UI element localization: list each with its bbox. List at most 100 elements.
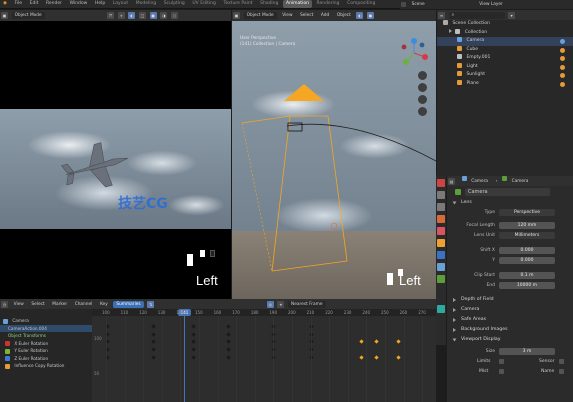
timeline-menu-key[interactable]: Key: [100, 301, 108, 308]
filter-icon[interactable]: ▾: [508, 12, 516, 19]
material-shading-icon[interactable]: ◑: [160, 12, 168, 19]
render-shading-icon[interactable]: ○: [170, 12, 178, 19]
outliner-row-empty[interactable]: Empty.001: [437, 54, 573, 63]
keyframe-marker[interactable]: [226, 347, 231, 352]
menu-file[interactable]: File: [12, 0, 26, 8]
size-field[interactable]: 3 m: [499, 348, 555, 355]
shift-y-field[interactable]: 0.000: [499, 257, 555, 264]
visibility-eye-icon[interactable]: [560, 64, 565, 70]
blender-logo-icon[interactable]: ◉: [0, 0, 10, 8]
keyframe-marker-selected[interactable]: [359, 355, 364, 360]
camera-data-tab-icon[interactable]: [437, 275, 445, 283]
outliner-scene-collection[interactable]: Scene Collection: [437, 20, 573, 29]
focal-length-field[interactable]: 120 mm: [499, 222, 555, 229]
constraints-tab-icon[interactable]: [437, 263, 445, 271]
menu-select[interactable]: Select: [300, 12, 313, 19]
keyframe-marker[interactable]: [151, 324, 156, 329]
timeline-menu-marker[interactable]: Marker: [52, 301, 67, 308]
keyframe-marker[interactable]: [191, 324, 196, 329]
menu-window[interactable]: Window: [67, 0, 91, 8]
visibility-eye-icon[interactable]: [560, 39, 565, 44]
tool-tab-icon[interactable]: [437, 179, 445, 187]
object-tab-icon[interactable]: [437, 239, 445, 247]
3d-viewport[interactable]: User Perspective (141) Collection | Came…: [232, 21, 436, 299]
keyframe-marker[interactable]: [151, 355, 156, 360]
shift-x-field[interactable]: 0.000: [499, 247, 555, 254]
keyframe-marker[interactable]: [191, 347, 196, 352]
type-dropdown[interactable]: Perspective: [499, 209, 555, 216]
keyframe-marker[interactable]: [191, 355, 196, 360]
nearest-frame-dropdown[interactable]: Nearest Frame: [288, 301, 326, 308]
tab-shading[interactable]: Shading: [257, 0, 281, 8]
mist-checkbox[interactable]: [499, 369, 504, 374]
clip-start-field[interactable]: 0.1 m: [499, 272, 555, 279]
visibility-eye-icon[interactable]: [560, 81, 565, 87]
channel-row-y-euler[interactable]: Y Euler Rotation: [0, 347, 92, 355]
dopesheet-graph-area[interactable]: 100 50 141 100 110 120 130 140 150 160 170 180 19…: [92, 309, 436, 402]
playhead-line[interactable]: [184, 309, 185, 402]
visibility-eye-icon[interactable]: [560, 56, 565, 61]
editor-type-icon-2[interactable]: ▣: [233, 12, 240, 19]
menu-render[interactable]: Render: [43, 0, 65, 8]
lens-unit-dropdown[interactable]: Millimeters: [499, 232, 555, 239]
visibility-eye-icon[interactable]: [560, 73, 565, 78]
outliner-row-cube[interactable]: Cube: [437, 45, 573, 55]
keyframe-marker[interactable]: [151, 332, 156, 337]
outliner-row-plane[interactable]: Plane: [437, 79, 573, 89]
channel-row-influence[interactable]: Influence Copy Rotation: [0, 362, 92, 370]
zoom-icon[interactable]: [418, 71, 427, 80]
keyframe-marker[interactable]: [226, 355, 231, 360]
keyframe-marker[interactable]: [191, 339, 196, 344]
outliner-row-camera[interactable]: Camera: [437, 37, 573, 46]
object-mode-dropdown[interactable]: Object Mode: [11, 12, 45, 19]
navigation-gizmo[interactable]: [398, 37, 430, 69]
datablock-field[interactable]: Camera: [465, 188, 550, 196]
object-mode-dropdown-2[interactable]: Object Mode: [243, 12, 277, 19]
outliner-editor-icon[interactable]: ≡: [438, 12, 445, 19]
tab-rendering[interactable]: Rendering: [314, 0, 343, 8]
channel-row-object-transforms[interactable]: Object Transforms: [0, 332, 92, 340]
keyframe-marker[interactable]: [226, 332, 231, 337]
lens-section-header[interactable]: Lens: [447, 198, 573, 208]
channel-row-x-euler[interactable]: X Euler Rotation: [0, 340, 92, 348]
keyframe-marker[interactable]: [151, 347, 156, 352]
pan-hand-icon[interactable]: [418, 83, 427, 92]
keyframe-marker-selected[interactable]: [396, 339, 401, 344]
viewport-shading-icon[interactable]: ●: [367, 12, 375, 19]
sensor-checkbox[interactable]: [559, 359, 564, 364]
timeline-menu-channel[interactable]: Channel: [75, 301, 93, 308]
name-checkbox[interactable]: [559, 369, 564, 374]
keyframe-marker[interactable]: [191, 332, 196, 337]
outliner-row-light[interactable]: Light: [437, 62, 573, 72]
keyframe-marker[interactable]: [226, 339, 231, 344]
dof-section-header[interactable]: Depth of Field: [447, 295, 573, 305]
timeline-menu-view[interactable]: View: [14, 301, 24, 308]
scene-tab-icon[interactable]: [437, 215, 445, 223]
expand-icon[interactable]: [449, 28, 452, 33]
tab-layout[interactable]: Layout: [110, 0, 131, 8]
outliner-search-input[interactable]: ⌕: [448, 12, 505, 19]
background-images-section-header[interactable]: Background Images: [447, 325, 573, 335]
extra-tab-icon[interactable]: [437, 305, 445, 313]
view-layer-name[interactable]: View Layer: [479, 1, 503, 8]
outliner-row-sunlight[interactable]: Sunlight: [437, 71, 573, 80]
menu-object[interactable]: Object: [337, 12, 351, 19]
limits-checkbox[interactable]: [499, 359, 504, 364]
tab-modeling[interactable]: Modeling: [133, 0, 159, 8]
xray-icon[interactable]: □: [139, 12, 147, 19]
tab-texture-paint[interactable]: Texture Paint: [220, 0, 255, 8]
normalize-icon[interactable]: ⇅: [147, 301, 155, 308]
tab-compositing[interactable]: Compositing: [344, 0, 378, 8]
tab-sculpting[interactable]: Sculpting: [161, 0, 188, 8]
camera-section-header[interactable]: Camera: [447, 305, 573, 315]
viewport-display-section-header[interactable]: Viewport Display: [447, 335, 573, 345]
scene-name[interactable]: Scene: [412, 1, 425, 8]
clip-end-field[interactable]: 10000 m: [499, 282, 555, 289]
menu-view[interactable]: View: [282, 12, 292, 19]
menu-help[interactable]: Help: [92, 0, 108, 8]
menu-add[interactable]: Add: [321, 12, 329, 19]
keyframe-marker-selected[interactable]: [359, 339, 364, 344]
timeline-menu-select[interactable]: Select: [31, 301, 44, 308]
properties-editor-icon[interactable]: ▤: [448, 178, 455, 185]
overlay-icon[interactable]: ◐: [128, 12, 136, 19]
